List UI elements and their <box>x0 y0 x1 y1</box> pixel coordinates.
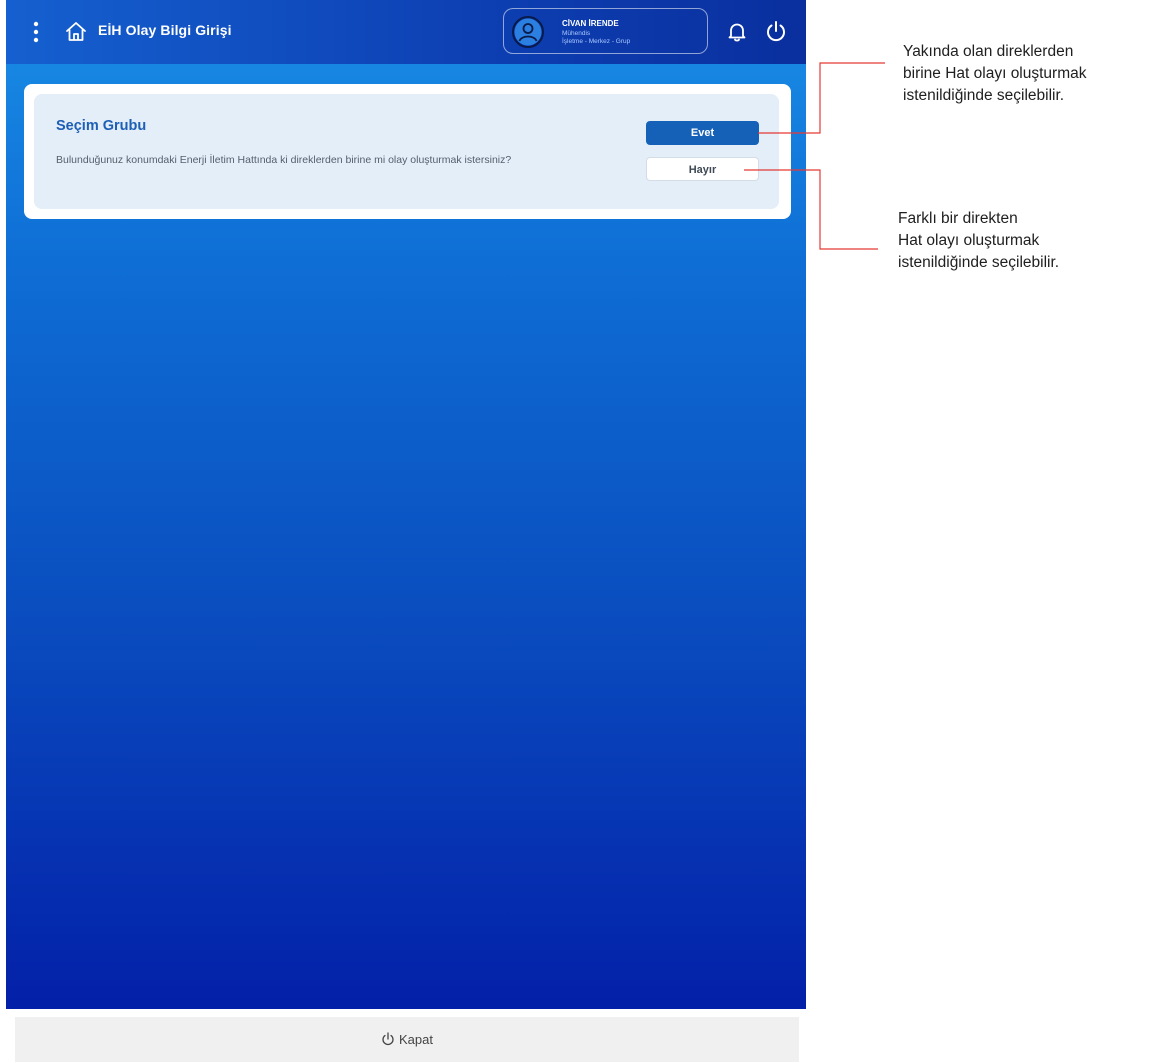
app-window: EİH Olay Bilgi Girişi CİVAN İRENDE Mühen… <box>6 0 806 1009</box>
app-title: EİH Olay Bilgi Girişi <box>98 22 232 38</box>
no-button[interactable]: Hayır <box>646 157 759 181</box>
power-icon[interactable] <box>765 20 787 42</box>
user-role: Mühendis <box>562 30 591 37</box>
yes-annotation: Yakında olan direklerden birine Hat olay… <box>903 41 1148 107</box>
user-profile[interactable]: CİVAN İRENDE Mühendis İşletme - Merkez -… <box>503 8 708 54</box>
no-annotation: Farklı bir direkten Hat olayı oluşturmak… <box>898 208 1143 274</box>
avatar-icon <box>512 16 544 48</box>
user-name: CİVAN İRENDE <box>562 19 619 28</box>
card-question: Bulunduğunuz konumdaki Enerji İletim Hat… <box>56 154 512 166</box>
selection-card-body: Seçim Grubu Bulunduğunuz konumdaki Enerj… <box>34 94 779 209</box>
card-title: Seçim Grubu <box>56 118 147 134</box>
power-icon <box>382 1032 394 1046</box>
user-org: İşletme - Merkez - Grup <box>562 38 631 45</box>
vertical-dots-icon[interactable] <box>30 20 42 44</box>
yes-button[interactable]: Evet <box>646 121 759 145</box>
yes-annotation-line: birine Hat olayı oluşturmak <box>903 65 1087 82</box>
home-icon[interactable] <box>64 20 88 44</box>
close-label: Kapat <box>399 1032 433 1047</box>
no-annotation-line: Farklı bir direkten <box>898 210 1018 227</box>
no-annotation-line: istenildiğinde seçilebilir. <box>898 254 1060 271</box>
no-annotation-line: Hat olayı oluşturmak <box>898 232 1040 249</box>
bell-icon[interactable] <box>727 21 747 43</box>
yes-annotation-line: istenildiğinde seçilebilir. <box>903 87 1065 104</box>
top-bar: EİH Olay Bilgi Girişi CİVAN İRENDE Mühen… <box>6 0 806 64</box>
close-button[interactable]: Kapat <box>15 1017 799 1062</box>
selection-card: Seçim Grubu Bulunduğunuz konumdaki Enerj… <box>24 84 791 219</box>
yes-annotation-line: Yakında olan direklerden <box>903 43 1074 60</box>
